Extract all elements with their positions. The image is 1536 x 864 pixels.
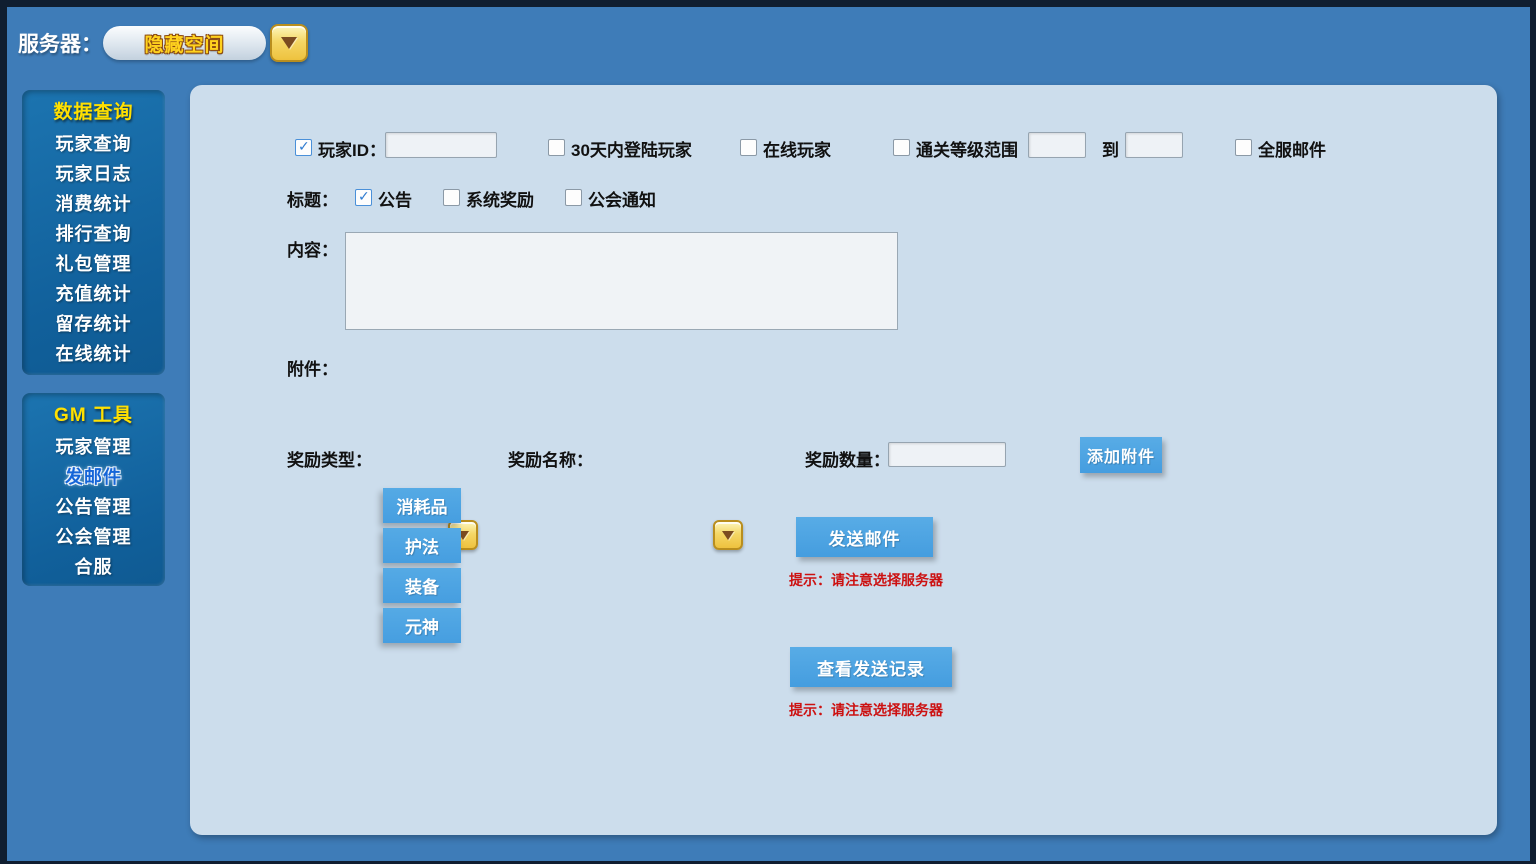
sidebar-item-guild-manage[interactable]: 公会管理: [22, 522, 165, 552]
sidebar-item-announce-manage[interactable]: 公告管理: [22, 492, 165, 522]
all-server-mail-label: 全服邮件: [1258, 136, 1326, 161]
sidebar-title-gm-tools: GM 工具: [22, 402, 165, 432]
level-range-label: 通关等级范围: [916, 136, 1018, 161]
level-range-to-label: 到: [1102, 136, 1119, 161]
reward-name-dropdown-button[interactable]: [713, 520, 743, 550]
title-announce-checkbox[interactable]: [355, 189, 372, 206]
send-mail-button[interactable]: 发送邮件: [796, 517, 933, 557]
content-textarea[interactable]: [345, 232, 898, 330]
level-range-from-input[interactable]: [1028, 132, 1086, 158]
sidebar-item-consume-stats[interactable]: 消费统计: [22, 189, 165, 219]
attachment-label: 附件：: [287, 355, 338, 380]
sidebar-title-data-query: 数据查询: [22, 99, 165, 129]
title-guild-notice-checkbox[interactable]: [565, 189, 582, 206]
sidebar-item-player-query[interactable]: 玩家查询: [22, 129, 165, 159]
sidebar-item-player-manage[interactable]: 玩家管理: [22, 432, 165, 462]
reward-type-option-consumable[interactable]: 消耗品: [383, 488, 461, 523]
reward-type-dropdown-list: 消耗品 护法 装备 元神: [383, 488, 461, 648]
chevron-down-icon: [722, 531, 734, 540]
view-send-records-button[interactable]: 查看发送记录: [790, 647, 952, 687]
reward-name-label: 奖励名称：: [508, 446, 593, 471]
sidebar-item-retention-stats[interactable]: 留存统计: [22, 309, 165, 339]
sidebar-item-send-mail[interactable]: 发邮件: [22, 462, 165, 492]
server-select[interactable]: 隐藏空间: [103, 26, 266, 60]
level-range-to-input[interactable]: [1125, 132, 1183, 158]
add-attachment-button[interactable]: 添加附件: [1080, 437, 1162, 473]
title-guild-notice-label: 公会通知: [588, 186, 656, 211]
online-players-checkbox[interactable]: [740, 139, 757, 156]
server-select-value: 隐藏空间: [144, 30, 224, 57]
online-players-label: 在线玩家: [763, 136, 831, 161]
server-dropdown-button[interactable]: [270, 24, 308, 62]
sidebar-item-giftpack-manage[interactable]: 礼包管理: [22, 249, 165, 279]
login-30d-label: 30天内登陆玩家: [571, 136, 692, 161]
sidebar-item-online-stats[interactable]: 在线统计: [22, 339, 165, 369]
level-range-checkbox[interactable]: [893, 139, 910, 156]
player-id-input[interactable]: [385, 132, 497, 158]
sidebar-section-gm-tools: GM 工具 玩家管理 发邮件 公告管理 公会管理 合服: [22, 393, 165, 586]
reward-qty-label: 奖励数量：: [805, 446, 890, 471]
sidebar-item-recharge-stats[interactable]: 充值统计: [22, 279, 165, 309]
title-system-reward-label: 系统奖励: [466, 186, 534, 211]
title-announce-label: 公告: [378, 186, 412, 211]
server-label: 服务器：: [18, 28, 102, 58]
send-mail-form-panel: 玩家ID： 30天内登陆玩家 在线玩家 通关等级范围 到 全服邮件 标题： 公告…: [190, 85, 1497, 835]
reward-type-option-guardian[interactable]: 护法: [383, 528, 461, 563]
chevron-down-icon: [281, 37, 297, 49]
sidebar-item-rank-query[interactable]: 排行查询: [22, 219, 165, 249]
title-row-label: 标题：: [287, 186, 338, 211]
player-id-checkbox[interactable]: [295, 139, 312, 156]
reward-type-option-yuanshen[interactable]: 元神: [383, 608, 461, 643]
sidebar-item-merge-server[interactable]: 合服: [22, 552, 165, 582]
sidebar-item-player-log[interactable]: 玩家日志: [22, 159, 165, 189]
reward-type-label: 奖励类型：: [287, 446, 372, 471]
player-id-label: 玩家ID：: [318, 136, 386, 161]
reward-qty-input[interactable]: [888, 442, 1006, 467]
title-system-reward-checkbox[interactable]: [443, 189, 460, 206]
content-label: 内容：: [287, 236, 338, 261]
view-send-records-tip: 提示：请注意选择服务器: [789, 700, 943, 720]
login-30d-checkbox[interactable]: [548, 139, 565, 156]
app-background: 服务器： 隐藏空间 数据查询 玩家查询 玩家日志 消费统计 排行查询 礼包管理 …: [7, 7, 1530, 861]
sidebar-section-data-query: 数据查询 玩家查询 玩家日志 消费统计 排行查询 礼包管理 充值统计 留存统计 …: [22, 90, 165, 375]
all-server-mail-checkbox[interactable]: [1235, 139, 1252, 156]
app-window: 服务器： 隐藏空间 数据查询 玩家查询 玩家日志 消费统计 排行查询 礼包管理 …: [0, 0, 1536, 864]
send-mail-tip: 提示：请注意选择服务器: [789, 570, 943, 590]
reward-type-option-equipment[interactable]: 装备: [383, 568, 461, 603]
